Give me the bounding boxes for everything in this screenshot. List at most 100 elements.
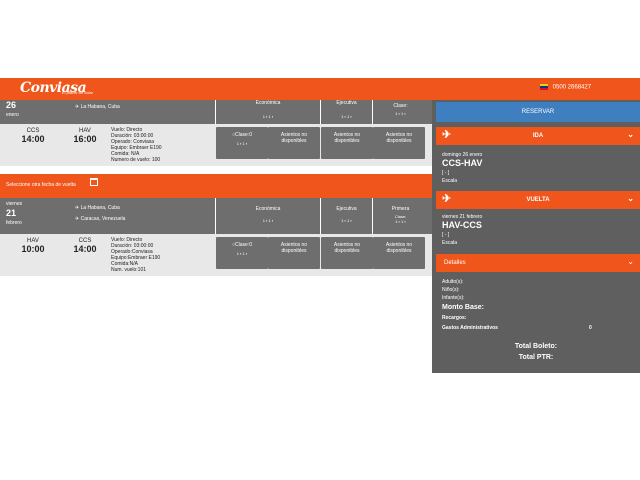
vuelta-dest-time: 14:00 <box>73 244 97 254</box>
fare-label: Asientos no disponibles <box>385 242 413 254</box>
chevron-down-icon[interactable]: ⌄ <box>627 194 634 203</box>
gastos-row: Gastos Administrativos 0 <box>442 324 632 332</box>
ida-fare-economica[interactable]: ○Clase:0 1 ▪ 1 ▪ <box>216 127 268 159</box>
ida-col-ejecutiva: Ejecutiva 1 ▪ 1 ▪ <box>320 100 372 124</box>
recargos-label: Recargos: <box>442 315 467 321</box>
ida-col-primera: Clase: 1 ▪ 1 ▪ <box>372 100 428 124</box>
vuelta-fare-primera[interactable]: Asientos no disponibles <box>373 237 425 269</box>
vuelta-dash: [ - ] <box>442 232 450 238</box>
venezuela-flag-icon <box>540 84 548 90</box>
vuelta-city2: ✈ Caracas, Venezuela <box>75 216 126 222</box>
ida-flight-details: Vuelo: Directo Duración: 03:00:00 Operad… <box>111 127 162 163</box>
col-ejecutiva-label: Ejecutiva <box>336 206 357 212</box>
vuelta-origin-time: 10:00 <box>21 244 45 254</box>
vuelta-escala: Escala <box>442 240 458 246</box>
change-return-date-bar[interactable]: Seleccione otra fecha de vuelta <box>0 174 432 198</box>
vuelta-city1: ✈ La Habana, Cuba <box>75 205 120 211</box>
vuelta-dayname: viernes <box>6 201 23 207</box>
gastos-label: Gastos Administrativos <box>442 325 498 331</box>
seat-icons: 1 ▪ 1 ▪ <box>341 114 352 119</box>
vuelta-col-primera: Primera Clase: 1 ▪ 1 ▪ <box>372 198 428 234</box>
fare-label: Asientos no disponibles <box>333 132 361 144</box>
ida-summary: domingo 26 enero CCS-HAV [ - ] Escala <box>442 152 482 184</box>
ida-flight-row[interactable]: CCS 14:00 HAV 16:00 Vuelo: Directo Durac… <box>0 124 432 166</box>
chevron-down-icon[interactable]: ⌄ <box>627 257 634 266</box>
vuelta-flight-row[interactable]: HAV 10:00 CCS 14:00 Vuelo: Directo Durac… <box>0 234 432 276</box>
vuelta-month: febrero <box>6 220 22 226</box>
ida-row-header: 26 enero ✈ La Habana, Cuba Económica 1 ▪… <box>0 100 432 124</box>
detail-line: Num. vuelo:101 <box>111 267 147 273</box>
vuelta-fare-ejecutiva[interactable]: Asientos no disponibles <box>321 237 373 269</box>
page: Conviasa El placer de volar 0500 2668427… <box>0 0 640 480</box>
detalles-section-header[interactable]: Detalles ⌄ <box>436 254 640 272</box>
price-details: Adulto(s): Niño(s): Infante(s): Monto Ba… <box>442 278 632 332</box>
seat-icons: 1 ▪ 1 ▪ <box>262 218 274 223</box>
vuelta-fare-2[interactable]: Asientos no disponibles <box>268 237 320 269</box>
fare-label: Asientos no disponibles <box>333 242 361 254</box>
seat-icons: 1 ▪ 1 ▪ <box>236 141 248 146</box>
flight-list: 26 enero ✈ La Habana, Cuba Económica 1 ▪… <box>0 100 432 282</box>
ida-fare-ejecutiva[interactable]: Asientos no disponibles <box>321 127 373 159</box>
fare-label: Asientos no disponibles <box>280 242 308 254</box>
vuelta-col-ejecutiva: Ejecutiva 1 ▪ 1 ▪ <box>320 198 372 234</box>
phone-text: 0500 2668427 <box>552 84 592 91</box>
vuelta-city1-label: La Habana, Cuba <box>80 205 120 211</box>
monto-base-label: Monto Base: <box>442 304 484 311</box>
fare-label: Asientos no disponibles <box>385 132 413 144</box>
vuelta-row-header: viernes 21 febrero ✈ La Habana, Cuba ✈ C… <box>0 198 432 234</box>
chevron-down-icon[interactable]: ⌄ <box>627 130 634 139</box>
detalles-title: Detalles <box>444 260 466 266</box>
vuelta-title: VUELTA <box>526 197 550 203</box>
header-bar: Conviasa El placer de volar 0500 2668427 <box>0 78 640 100</box>
vuelta-flight-details: Vuelo: Directo Duración: 03:00:00 Operad… <box>111 237 160 273</box>
total-boleto: Total Boleto: <box>514 343 558 350</box>
booking-summary-sidebar: RESERVAR ✈ IDA ⌄ domingo 26 enero CCS-HA… <box>432 100 640 373</box>
ida-origin-time: 14:00 <box>21 134 45 144</box>
ida-day: 26 <box>6 100 17 110</box>
infantes-label: Infante(s): <box>442 295 465 301</box>
ida-route: CCS-HAV <box>442 158 483 168</box>
ida-dest-time: 16:00 <box>73 134 97 144</box>
ida-fare-primera[interactable]: Asientos no disponibles <box>373 127 425 159</box>
detail-line: Numero de vuelo: 100 <box>111 157 161 163</box>
ida-origin: CCS 14:00 <box>18 128 48 144</box>
col-ejecutiva-label: Ejecutiva <box>336 100 357 106</box>
vuelta-summary: viernes 21 febrero HAV-CCS [ - ] Escala <box>442 214 482 246</box>
ida-city-label: La Habana, Cuba <box>80 104 120 110</box>
total-ptr: Total PTR: <box>518 354 554 361</box>
fare-label: Asientos no disponibles <box>280 132 308 144</box>
vuelta-section-header[interactable]: ✈ VUELTA ⌄ <box>436 191 640 209</box>
ninos-label: Niño(s): <box>442 287 460 293</box>
seat-icons: 1 ▪ 1 ▪ <box>262 114 274 119</box>
col-primera-label: Primera <box>391 206 410 212</box>
vuelta-fare-economica[interactable]: ○Clase:0 1 ▪ 1 ▪ <box>216 237 268 269</box>
ida-fare-2[interactable]: Asientos no disponibles <box>268 127 320 159</box>
col-economica-label: Económica <box>255 100 281 106</box>
vuelta-route: HAV-CCS <box>442 220 482 230</box>
vuelta-origin: HAV 10:00 <box>18 238 48 254</box>
change-return-date-label: Seleccione otra fecha de vuelta <box>6 182 76 188</box>
ida-month: enero <box>6 112 19 118</box>
spacer <box>0 166 432 174</box>
reservar-button[interactable]: RESERVAR <box>436 102 640 122</box>
col-primera-clase: Clase: <box>393 103 408 109</box>
vuelta-destination: CCS 14:00 <box>70 238 100 254</box>
ida-destination-city: ✈ La Habana, Cuba <box>75 104 120 110</box>
phone-number: 0500 2668427 <box>540 84 591 91</box>
seat-icons: 1 ▪ 1 ▪ <box>236 251 248 256</box>
vuelta-col-economica: Económica 1 ▪ 1 ▪ <box>215 198 320 234</box>
col-economica-label: Económica <box>255 206 281 212</box>
ida-dash: [ - ] <box>442 170 450 176</box>
vuelta-city2-label: Caracas, Venezuela <box>80 216 126 222</box>
ida-col-economica: Económica 1 ▪ 1 ▪ <box>215 100 320 124</box>
seat-icons: 1 ▪ 1 ▪ <box>395 111 406 116</box>
seat-icons: 1 ▪ 1 ▪ <box>341 218 352 223</box>
seat-icons: 1 ▪ 1 ▪ <box>395 219 406 224</box>
fare-label: Clase:0 <box>235 242 252 248</box>
gastos-value: 0 <box>589 325 592 331</box>
ida-title: IDA <box>532 133 544 139</box>
ida-section-header[interactable]: ✈ IDA ⌄ <box>436 127 640 145</box>
ida-escala: Escala <box>442 178 458 184</box>
calendar-icon[interactable] <box>90 178 98 186</box>
logo-tagline: El placer de volar <box>62 90 93 95</box>
